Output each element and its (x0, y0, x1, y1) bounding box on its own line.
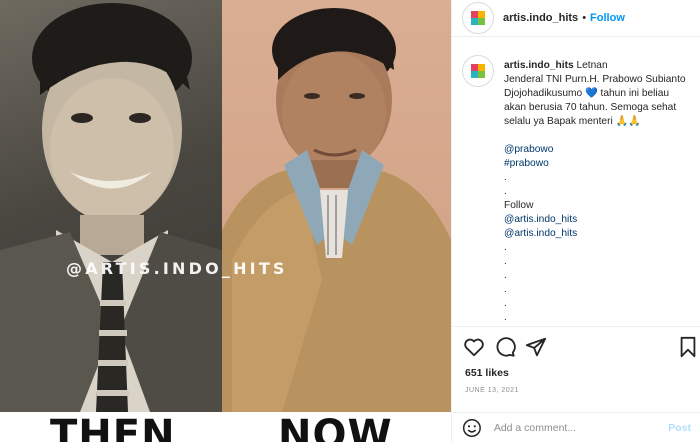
avatar-logo-piece (471, 71, 478, 78)
comment-input[interactable] (493, 421, 661, 434)
likes-count[interactable]: 651 likes (465, 367, 509, 379)
avatar-logo-piece (478, 18, 485, 25)
avatar-logo-piece (478, 11, 485, 18)
caption-dot: . (504, 298, 507, 309)
bookmark-icon[interactable] (677, 336, 699, 358)
then-portrait-illustration (0, 3, 222, 412)
caption-line: akan berusia 70 tahun. Semoga sehat (504, 102, 677, 113)
mention-link[interactable]: @artis.indo_hits (504, 213, 691, 227)
caption-comment: artis.indo_hits Letnan Jenderal TNI Purn… (462, 55, 691, 324)
post-panel: artis.indo_hits • Follow artis.indo_hits… (451, 0, 700, 442)
caption-line: selalu ya Bapak menteri 🙏🙏 (504, 116, 641, 127)
caption-dot: . (504, 312, 507, 323)
follow-button[interactable]: Follow (590, 12, 625, 24)
then-photo (0, 0, 222, 412)
caption-dot: . (504, 284, 507, 295)
share-icon[interactable] (525, 336, 547, 358)
avatar-logo-piece (471, 64, 478, 71)
post-header: artis.indo_hits • Follow (452, 0, 700, 37)
mention-link[interactable]: @prabowo (504, 143, 691, 157)
caption-dot: . (504, 256, 507, 267)
heart-icon[interactable] (463, 336, 485, 358)
avatar[interactable] (462, 2, 494, 34)
caption-dot: . (504, 186, 507, 197)
caption-follow-word: Follow (504, 200, 534, 211)
post-comment-button[interactable]: Post (668, 422, 691, 434)
post-image[interactable]: @ARTIS.INDO_HITS THEN NOW (0, 0, 451, 442)
photo-watermark: @ARTIS.INDO_HITS (66, 259, 288, 278)
mention-link[interactable]: @artis.indo_hits (504, 227, 691, 241)
then-label: THEN (50, 412, 176, 442)
caption-first-line: artis.indo_hits Letnan (504, 59, 691, 73)
caption-username[interactable]: artis.indo_hits (504, 60, 574, 71)
now-photo (222, 0, 451, 412)
now-portrait-illustration (222, 8, 451, 412)
caption-dot: . (504, 242, 507, 253)
caption-line: Jenderal TNI Purn.H. Prabowo Subianto (504, 74, 686, 85)
comments-area[interactable]: artis.indo_hits Letnan Jenderal TNI Purn… (452, 37, 700, 324)
avatar-logo-piece (478, 71, 485, 78)
hashtag-link[interactable]: #prabowo (504, 157, 691, 171)
photo-caption-strip: THEN NOW (0, 412, 451, 442)
avatar-logo-piece (471, 18, 478, 25)
comment-icon[interactable] (494, 336, 516, 358)
caption-dot: . (504, 270, 507, 281)
action-bar (452, 326, 700, 366)
caption-avatar[interactable] (462, 55, 494, 87)
avatar-logo-piece (478, 64, 485, 71)
caption-dot: . (504, 172, 507, 183)
post-date: JUNE 13, 2021 (465, 387, 519, 394)
now-label: NOW (278, 412, 393, 442)
header-username[interactable]: artis.indo_hits (503, 12, 578, 24)
comment-bar: Post (452, 412, 700, 442)
avatar-logo-piece (471, 11, 478, 18)
emoji-icon[interactable] (462, 418, 482, 438)
header-separator: • (582, 12, 587, 24)
caption-line: Letnan (573, 60, 608, 71)
caption-text: artis.indo_hits Letnan Jenderal TNI Purn… (504, 59, 691, 324)
caption-line: Djojohadikusumo 💙 tahun ini beliau (504, 88, 670, 99)
